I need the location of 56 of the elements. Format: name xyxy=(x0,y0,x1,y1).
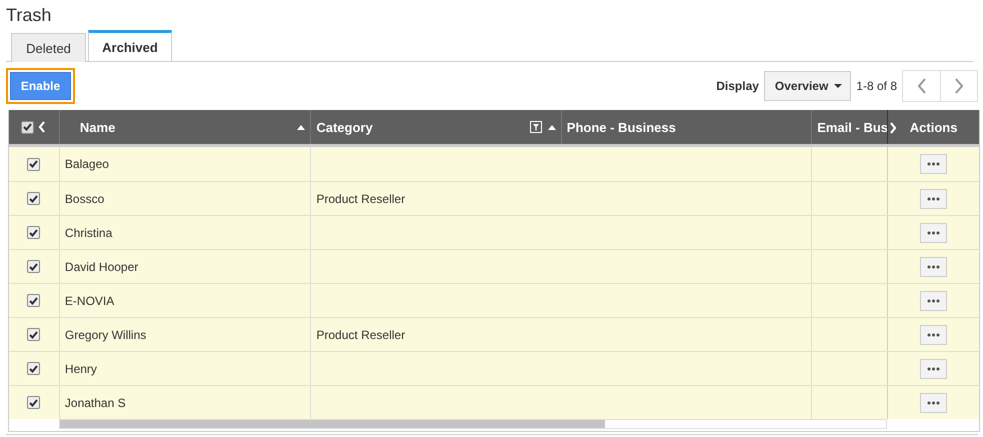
ellipsis-icon xyxy=(927,162,940,166)
column-header[interactable]: Phone - Business xyxy=(560,110,812,144)
row-checkbox[interactable] xyxy=(27,158,40,170)
name-cell: Balageo xyxy=(64,157,109,171)
name-cell: David Hooper xyxy=(64,260,138,274)
row-checkbox[interactable] xyxy=(27,328,40,341)
column-header[interactable]: Name xyxy=(58,110,310,144)
horizontal-scrollbar[interactable] xyxy=(59,419,887,429)
name-cell: Bossco xyxy=(64,192,104,206)
category-cell: Product Reseller xyxy=(316,328,406,342)
more-actions-button[interactable] xyxy=(920,256,948,276)
select-all-checkbox[interactable] xyxy=(21,120,34,134)
chevron-left-icon xyxy=(916,78,926,94)
ellipsis-icon xyxy=(927,400,940,404)
ellipsis-icon xyxy=(927,264,940,268)
display-dropdown[interactable]: Overview xyxy=(764,71,852,101)
ellipsis-icon xyxy=(927,196,940,200)
name-cell: Christina xyxy=(64,226,112,240)
sort-up-icon[interactable] xyxy=(548,124,556,130)
chevron-right-icon xyxy=(954,78,964,94)
more-actions-button[interactable] xyxy=(920,358,948,378)
page-range: 1-8 of 8 xyxy=(856,79,897,93)
column-header[interactable]: Category xyxy=(310,110,561,144)
display-label: Display xyxy=(716,79,759,93)
more-actions-button[interactable] xyxy=(920,154,948,174)
column-header[interactable]: Actions xyxy=(887,110,979,144)
ellipsis-icon xyxy=(927,366,940,370)
name-cell: Jonathan S xyxy=(64,396,126,410)
name-cell: Gregory Willins xyxy=(64,328,146,342)
caret-icon xyxy=(834,84,842,88)
row-checkbox[interactable] xyxy=(27,294,40,307)
row-checkbox[interactable] xyxy=(27,226,40,239)
name-cell: E-NOVIA xyxy=(64,294,114,308)
row-checkbox[interactable] xyxy=(27,260,40,273)
more-actions-button[interactable] xyxy=(920,392,948,412)
ellipsis-icon xyxy=(927,230,940,234)
collapse-left-icon[interactable] xyxy=(38,121,46,133)
ellipsis-icon xyxy=(927,298,940,302)
row-checkbox[interactable] xyxy=(27,362,40,375)
more-actions-button[interactable] xyxy=(920,324,948,344)
page-title: Trash xyxy=(6,4,52,27)
column-header[interactable]: Email - Bus xyxy=(811,110,888,144)
filter-icon[interactable] xyxy=(530,121,542,133)
more-actions-button[interactable] xyxy=(920,222,948,242)
enable-button[interactable]: Enable xyxy=(10,72,71,100)
more-actions-button[interactable] xyxy=(920,188,948,208)
tab[interactable]: Archived xyxy=(88,30,172,61)
sort-up-icon[interactable] xyxy=(297,124,306,130)
name-cell: Henry xyxy=(64,362,97,376)
ellipsis-icon xyxy=(927,332,940,336)
more-actions-button[interactable] xyxy=(920,290,948,310)
category-cell: Product Reseller xyxy=(316,192,406,206)
row-checkbox[interactable] xyxy=(27,192,40,205)
expand-right-icon[interactable] xyxy=(889,122,897,134)
row-checkbox[interactable] xyxy=(27,396,40,409)
tab[interactable]: Deleted xyxy=(11,33,86,62)
